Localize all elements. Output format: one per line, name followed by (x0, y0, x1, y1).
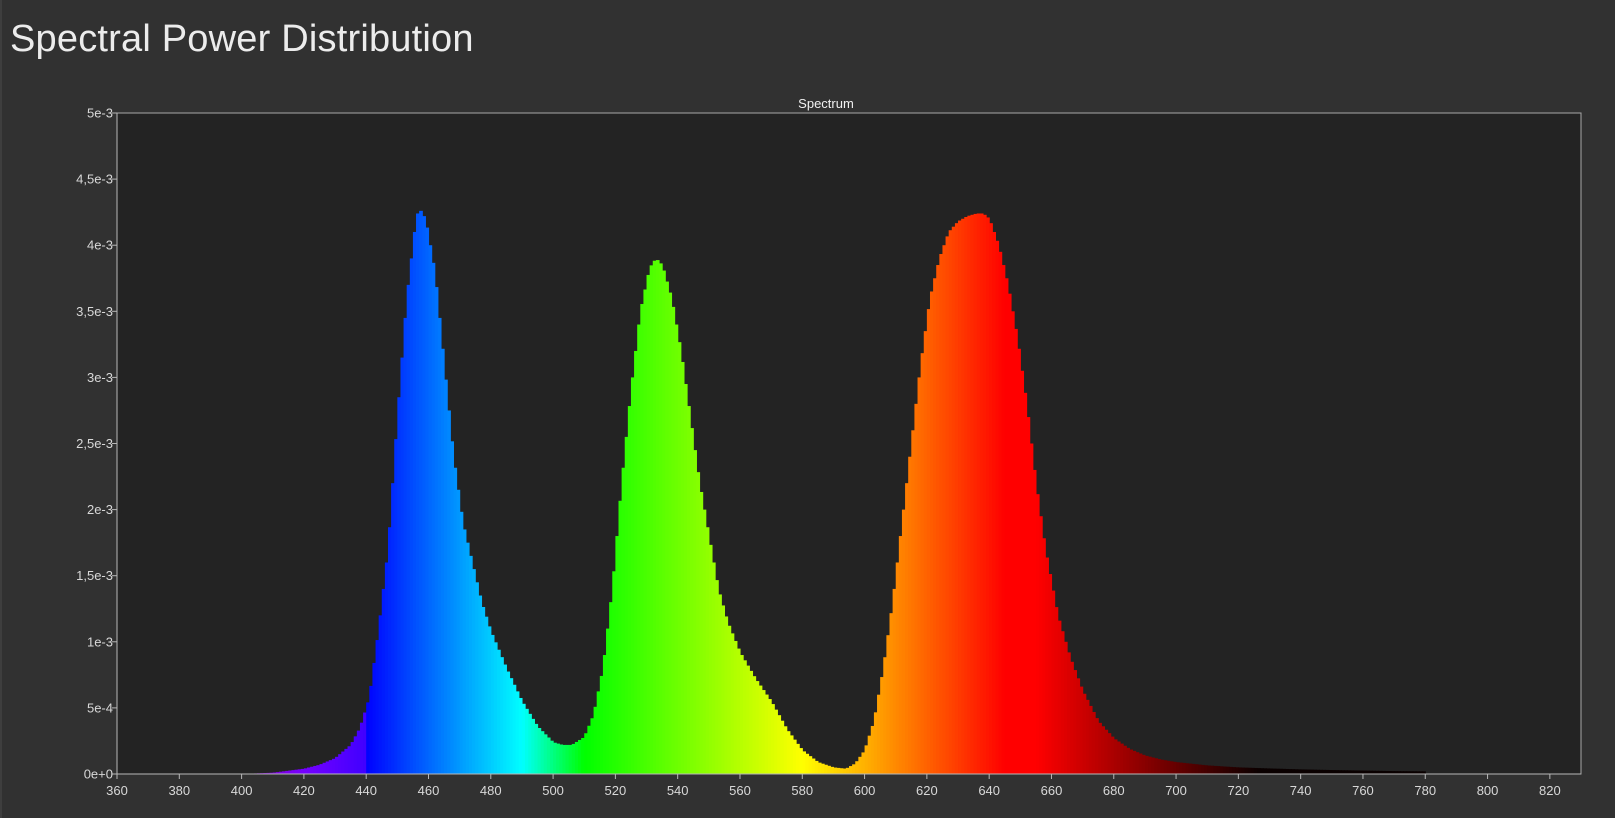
y-tick-label: 2,5e-3 (76, 436, 113, 451)
x-tick-label: 720 (1228, 783, 1250, 798)
x-ticks-group: 360 380 400 420 440 460 480 500 520 540 560 580 600 6… (106, 774, 1561, 798)
x-tick-label: 740 (1290, 783, 1312, 798)
y-tick-label: 4,5e-3 (76, 172, 113, 187)
chart-title: Spectrum (798, 96, 854, 111)
x-tick-label: 400 (231, 783, 253, 798)
x-tick-label: 580 (791, 783, 813, 798)
x-tick-label: 480 (480, 783, 502, 798)
x-tick-label: 800 (1477, 783, 1499, 798)
x-tick-label: 620 (916, 783, 938, 798)
x-tick-label: 540 (667, 783, 689, 798)
y-tick-label: 2e-3 (87, 502, 113, 517)
x-tick-label: 700 (1165, 783, 1187, 798)
x-tick-label: 780 (1414, 783, 1436, 798)
x-tick-label: 660 (1041, 783, 1063, 798)
spectrum-chart: 0e+0 5e-4 1e-3 1,5e-3 2e-3 2,5e-3 3e-3 3,5e-3 4e… (76, 96, 1582, 798)
x-tick-label: 760 (1352, 783, 1374, 798)
x-tick-label: 380 (168, 783, 190, 798)
x-tick-label: 440 (355, 783, 377, 798)
y-tick-label: 1,5e-3 (76, 568, 113, 583)
x-tick-label: 600 (854, 783, 876, 798)
x-tick-label: 680 (1103, 783, 1125, 798)
y-tick-label: 1e-3 (87, 634, 113, 649)
y-tick-label: 5e-4 (87, 700, 113, 715)
x-tick-label: 640 (978, 783, 1000, 798)
y-tick-label: 3e-3 (87, 370, 113, 385)
y-ticks-group: 0e+0 5e-4 1e-3 1,5e-3 2e-3 2,5e-3 3e-3 3,5e-3 4e… (76, 106, 117, 782)
plot-background (116, 112, 1582, 775)
y-tick-label: 0e+0 (84, 767, 113, 782)
y-tick-label: 5e-3 (87, 106, 113, 121)
x-tick-label: 360 (106, 783, 128, 798)
x-tick-label: 460 (418, 783, 440, 798)
x-tick-label: 560 (729, 783, 751, 798)
x-tick-label: 820 (1539, 783, 1561, 798)
y-tick-label: 4e-3 (87, 238, 113, 253)
y-tick-label: 3,5e-3 (76, 304, 113, 319)
x-tick-label: 420 (293, 783, 315, 798)
x-tick-label: 500 (542, 783, 564, 798)
x-tick-label: 520 (605, 783, 627, 798)
